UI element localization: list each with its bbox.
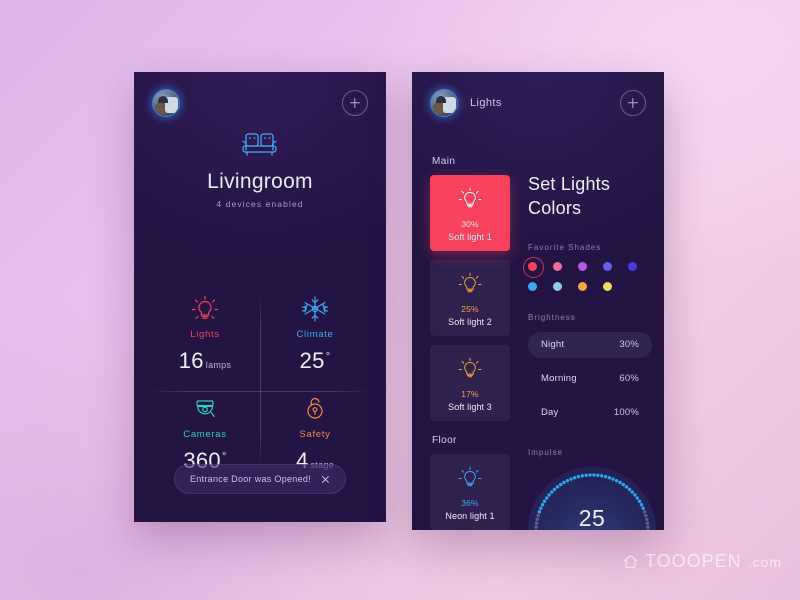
avatar[interactable] [152, 89, 180, 117]
light-card-soft-light-2[interactable]: 25% Soft light 2 [430, 260, 510, 336]
room-name: Livingroom [207, 170, 313, 193]
home-header [134, 72, 386, 134]
tile-climate[interactable]: Climate 25° [260, 294, 370, 374]
brightness-name: Morning [541, 373, 577, 385]
lightbulb-icon [150, 294, 260, 324]
light-card-soft-light-3[interactable]: 17% Soft light 3 [430, 345, 510, 421]
toast-message: Entrance Door was Opened! [189, 474, 312, 484]
couch-icon [237, 130, 283, 160]
add-device-button[interactable] [342, 90, 368, 116]
tile-safety[interactable]: Safety 4stage [260, 394, 370, 474]
snowflake-icon [260, 294, 370, 324]
shade-swatch-6[interactable] [553, 281, 562, 291]
shade-swatch-0[interactable] [523, 256, 544, 278]
lightbulb-icon [456, 269, 484, 299]
tile-number: 16 [178, 348, 204, 373]
shade-swatch-8[interactable] [603, 281, 612, 291]
lights-header: Lights [412, 72, 664, 134]
grid-divider-horizontal [150, 391, 370, 392]
impulse-label: Impulse [528, 447, 564, 457]
shade-swatch-3[interactable] [603, 261, 612, 271]
tile-unit: lamps [205, 360, 232, 370]
lights-detail-panel: Set Lights Colors Favorite Shades Bright… [523, 172, 656, 530]
group-title-floor: Floor [432, 435, 457, 446]
tile-value: 25° [260, 348, 370, 374]
brightness-label: Brightness [528, 312, 576, 322]
tile-number: 25 [299, 348, 325, 373]
lightbulb-icon [456, 184, 484, 214]
add-light-button[interactable] [620, 90, 646, 116]
tile-label: Safety [299, 429, 331, 440]
group-title-main: Main [432, 156, 456, 167]
brightness-name: Night [541, 339, 565, 351]
brightness-value: 30% [619, 339, 639, 351]
light-percent: 36% [461, 498, 479, 508]
lightbulb-icon [456, 463, 484, 493]
brightness-option-night[interactable]: Night 30% [528, 331, 652, 358]
camera-icon [150, 394, 260, 424]
shade-swatch-5[interactable] [528, 281, 537, 291]
notification-toast[interactable]: Entrance Door was Opened! [173, 464, 347, 494]
tile-label: Cameras [183, 429, 227, 440]
favorite-shades-label: Favorite Shades [528, 242, 602, 252]
panel-title: Set Lights Colors [528, 174, 611, 219]
tile-value: 16 lamps [150, 348, 260, 374]
tile-degree: ° [221, 450, 227, 463]
impulse-dial[interactable]: 25 [528, 466, 656, 530]
tile-cameras[interactable]: Cameras 360° [150, 394, 260, 474]
brightness-value: 60% [619, 373, 639, 385]
impulse-value: 25 [578, 504, 606, 530]
light-card-neon-light-1[interactable]: 36% Neon light 1 [430, 454, 510, 530]
light-percent: 30% [461, 219, 479, 229]
phone-screen-lights: Lights Main 30% Soft light 1 25% Soft li… [412, 72, 664, 530]
watermark-name: TOOOPEN [644, 551, 742, 571]
light-card-soft-light-1[interactable]: 30% Soft light 1 [430, 175, 510, 251]
room-subtitle: 4 devices enabled [216, 199, 304, 209]
shade-swatch-7[interactable] [578, 281, 587, 291]
room-hero: Livingroom 4 devices enabled [134, 130, 386, 209]
shade-swatch-1[interactable] [553, 261, 562, 271]
page-title: Lights [470, 97, 502, 109]
brightness-option-morning[interactable]: Morning 60% [528, 366, 652, 392]
watermark-domain: .com [747, 553, 782, 570]
brightness-value: 100% [613, 407, 639, 419]
tile-label: Lights [190, 329, 220, 340]
avatar[interactable] [430, 89, 458, 117]
light-percent: 25% [461, 304, 479, 314]
tile-label: Climate [296, 329, 334, 340]
shade-swatch-2[interactable] [578, 261, 587, 271]
lightbulb-icon [456, 354, 484, 384]
light-list: Main 30% Soft light 1 25% Soft light 2 1… [430, 134, 510, 530]
watermark: TOOOPEN .com [622, 551, 782, 572]
light-name: Soft light 2 [448, 317, 492, 327]
light-name: Soft light 3 [448, 402, 492, 412]
brightness-name: Day [541, 407, 559, 419]
light-name: Neon light 1 [445, 511, 495, 521]
light-name: Soft light 1 [448, 232, 492, 242]
close-icon[interactable] [321, 475, 330, 484]
home-icon [623, 554, 638, 569]
shade-swatch-list [523, 256, 652, 291]
brightness-option-day[interactable]: Day 100% [528, 400, 652, 426]
light-percent: 17% [461, 389, 479, 399]
shade-swatch-4[interactable] [628, 261, 637, 271]
phone-screen-home: Livingroom 4 devices enabled Lights 16 la… [134, 72, 386, 522]
lock-icon [260, 394, 370, 424]
tile-lights[interactable]: Lights 16 lamps [150, 294, 260, 374]
tile-degree: ° [325, 350, 331, 363]
